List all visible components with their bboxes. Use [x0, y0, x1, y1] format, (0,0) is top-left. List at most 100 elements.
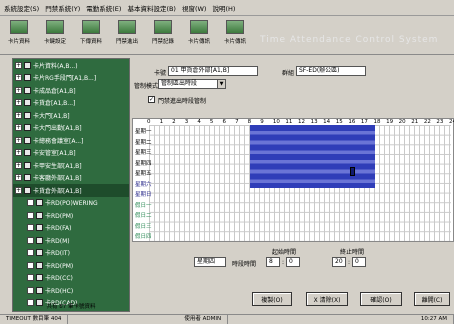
menu-item[interactable]: 說明(H) [212, 3, 235, 13]
menu-item[interactable]: 視窗(W) [182, 3, 207, 13]
tree-item[interactable]: + 卡總務會議室[A...] [13, 134, 129, 147]
status-field: 使用者 ADMIN [178, 315, 229, 324]
expand-icon[interactable]: + [15, 99, 22, 107]
toolbar-button[interactable]: 卡片傳訊 [182, 20, 216, 52]
menu-item[interactable]: 基本資料設定(B) [127, 3, 176, 13]
toolbar-icon [82, 20, 100, 34]
tree-item[interactable]: 卡RD(PO)WERING [13, 197, 129, 210]
day-field[interactable]: 星期四 [194, 257, 226, 267]
toolbar-button[interactable]: 門禁記錄 [146, 20, 180, 52]
mode-select[interactable]: 管制區出時段 ▼ [158, 79, 226, 89]
blank-icon[interactable] [27, 211, 34, 219]
group-field[interactable]: SF-ED(辦公區) [296, 66, 366, 76]
hour-label: 8 [247, 119, 252, 125]
blank-icon[interactable] [27, 236, 34, 244]
day-label: 星期日 [135, 192, 152, 199]
tree-item[interactable]: 卡RD(PM) [13, 259, 129, 272]
card-field[interactable]: 01 甲貨倉外部[A1,B] [168, 66, 258, 76]
hour-label: 12 [298, 119, 305, 125]
menu-item[interactable]: 系統設定(S) [4, 3, 39, 13]
tree-item-label: 卡片資料(A,B...) [33, 62, 78, 70]
chevron-down-icon[interactable]: ▼ [217, 80, 225, 88]
menu-item[interactable]: 門禁系統(Y) [45, 3, 80, 13]
blank-icon[interactable] [27, 249, 34, 257]
card-icon [36, 249, 43, 257]
hour-label: 6 [222, 119, 227, 125]
schedule-cells[interactable] [149, 125, 451, 241]
tree-item[interactable]: 卡RD(IT) [13, 247, 129, 260]
blank-icon[interactable] [27, 261, 34, 269]
day-label: 假日二 [135, 213, 152, 220]
tree-item-label: 卡貨倉外部[A1,B] [33, 187, 82, 195]
hour-label: 4 [197, 119, 201, 125]
toolbar-button[interactable]: 卡鍵設定 [38, 20, 72, 52]
expand-icon[interactable]: + [15, 74, 22, 82]
clear-button[interactable]: X 清除(X) [306, 292, 348, 306]
hour-label: 23 [436, 119, 444, 125]
end-hour-field[interactable]: 20 [332, 257, 346, 267]
schedule-cursor[interactable] [350, 167, 356, 177]
tree-item[interactable]: 卡RD(CC) [13, 272, 129, 285]
blank-icon[interactable] [27, 286, 34, 294]
blank-icon[interactable] [27, 199, 34, 207]
hour-label: 0 [147, 119, 151, 125]
day-label: 星期六 [135, 181, 152, 188]
hour-label: 2 [172, 119, 176, 125]
expand-icon[interactable]: + [15, 149, 22, 157]
expand-icon[interactable]: + [15, 161, 22, 169]
confirm-button[interactable]: 確認(O) [360, 292, 402, 306]
day-label: 星期三 [135, 150, 152, 157]
schedule-grid[interactable]: 0123456789101112131415161718192021222324… [132, 118, 454, 242]
tree-item[interactable]: + 卡大門[A1,B] [13, 109, 129, 122]
tree-item[interactable]: + 卡片資料(A,B...) [13, 59, 129, 72]
menu-item[interactable]: 電勤系統(E) [86, 3, 121, 13]
tree-item[interactable]: + 卡片RG手段門[A1,B...] [13, 72, 129, 85]
tree-item[interactable]: + 卡甲安生部[A1,B] [13, 159, 129, 172]
tree-item[interactable]: + 卡安管室[A1,B] [13, 147, 129, 160]
end-minute-field[interactable]: 0 [352, 257, 366, 267]
leave-button[interactable]: 離開(C) [414, 292, 450, 306]
tree-item[interactable]: 卡RD(FA) [13, 222, 129, 235]
expand-icon[interactable]: + [15, 186, 22, 194]
toolbar: Time Attendance Control System 卡片資料 卡鍵設定 下… [0, 17, 454, 55]
tree-item[interactable]: 卡RD(HC) [13, 284, 129, 297]
blank-icon[interactable] [27, 274, 34, 282]
expand-icon[interactable]: + [15, 111, 22, 119]
expand-icon[interactable]: + [15, 86, 22, 94]
expand-icon[interactable]: + [15, 174, 22, 182]
toolbar-button[interactable]: 卡片傳訊 [218, 20, 252, 52]
toolbar-label: 卡片傳訊 [223, 39, 246, 45]
tree-item[interactable]: 卡RD(M) [13, 234, 129, 247]
start-hour-field[interactable]: 8 [266, 257, 280, 267]
toolbar-button[interactable]: 下傳資料 [74, 20, 108, 52]
tree-item[interactable]: + 卡大門出勤[A1,B] [13, 122, 129, 135]
toolbar-button[interactable]: 卡片資料 [2, 20, 36, 52]
blank-icon[interactable] [27, 224, 34, 232]
hour-label: 10 [272, 119, 280, 125]
start-minute-field[interactable]: 0 [286, 257, 300, 267]
tree-item[interactable]: + 卡客廳外部[A1,B] [13, 172, 129, 185]
start-colon: : [282, 259, 285, 266]
tree-item-label: 卡RD(CC) [45, 275, 73, 283]
card-icon [24, 111, 31, 119]
expand-icon[interactable]: + [15, 136, 22, 144]
hour-label: 19 [386, 119, 394, 125]
tree-item[interactable]: + 卡貨倉[A1,B...] [13, 97, 129, 110]
expand-icon[interactable]: + [15, 61, 22, 69]
expand-icon[interactable]: + [15, 124, 22, 132]
access-checkbox[interactable]: ✓ [148, 96, 155, 103]
card-tree[interactable]: + 卡片資料(A,B...) + 卡片RG手段門[A1,B...] + 卡成品倉[A1,B… [12, 58, 130, 312]
toolbar-button[interactable]: 門禁進出 [110, 20, 144, 52]
copy-button[interactable]: 複製(O) [252, 292, 292, 306]
tree-item[interactable]: + 卡成品倉[A1,B] [13, 84, 129, 97]
hour-label: 3 [184, 119, 189, 125]
tree-item[interactable]: 卡RD(PM) [13, 209, 129, 222]
tree-item-label: 卡RD(FETT) [45, 311, 79, 312]
toolbar-label: 卡片資料 [7, 39, 30, 45]
hour-label: 20 [398, 119, 406, 125]
tree-item[interactable]: + 卡貨倉外部[A1,B] [13, 184, 129, 197]
status-field: 10:27 AM [415, 315, 454, 324]
schedule-block[interactable] [249, 125, 376, 189]
card-icon [24, 186, 31, 194]
card-icon [24, 174, 31, 182]
